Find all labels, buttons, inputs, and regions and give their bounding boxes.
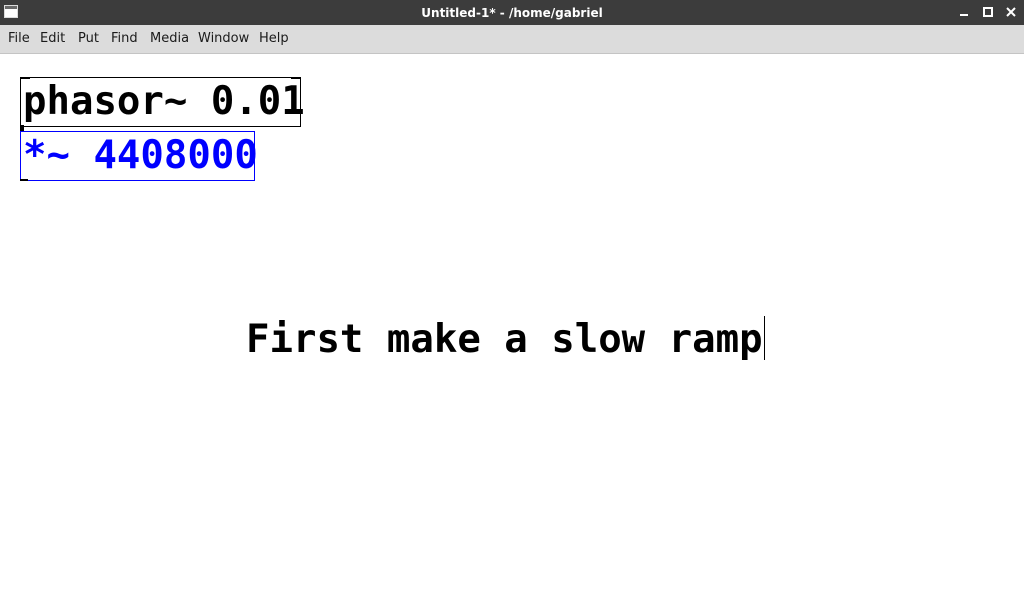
close-icon[interactable] [1005,6,1017,18]
phasor-inlet-left[interactable] [20,77,30,79]
title-bar[interactable]: Untitled-1* - /home/gabriel [0,0,1024,25]
multiply-object-text: *~ 4408000 [23,133,258,178]
menu-edit[interactable]: Edit [40,31,65,47]
minimize-icon[interactable] [958,6,970,18]
phasor-inlet-right[interactable] [291,77,301,79]
menu-find[interactable]: Find [111,31,138,47]
maximize-icon[interactable] [982,6,994,18]
phasor-object-box[interactable]: phasor~ 0.01 [20,77,305,127]
patch-canvas[interactable]: phasor~ 0.01 *~ 4408000 First make a slo… [0,54,1024,600]
menu-bar: File Edit Put Find Media Window Help [0,25,1024,54]
text-cursor [763,316,765,360]
menu-window[interactable]: Window [198,31,249,47]
window-title: Untitled-1* - /home/gabriel [421,6,603,20]
menu-media[interactable]: Media [150,31,189,47]
menu-put[interactable]: Put [78,31,99,47]
comment-text: First make a slow ramp [246,317,763,362]
menu-help[interactable]: Help [259,31,289,47]
menu-file[interactable]: File [8,31,30,47]
comment-text-box[interactable]: First make a slow ramp [246,316,765,364]
phasor-object-text: phasor~ 0.01 [23,79,305,124]
multiply-outlet[interactable] [20,179,28,181]
multiply-object-box[interactable]: *~ 4408000 [20,131,258,181]
